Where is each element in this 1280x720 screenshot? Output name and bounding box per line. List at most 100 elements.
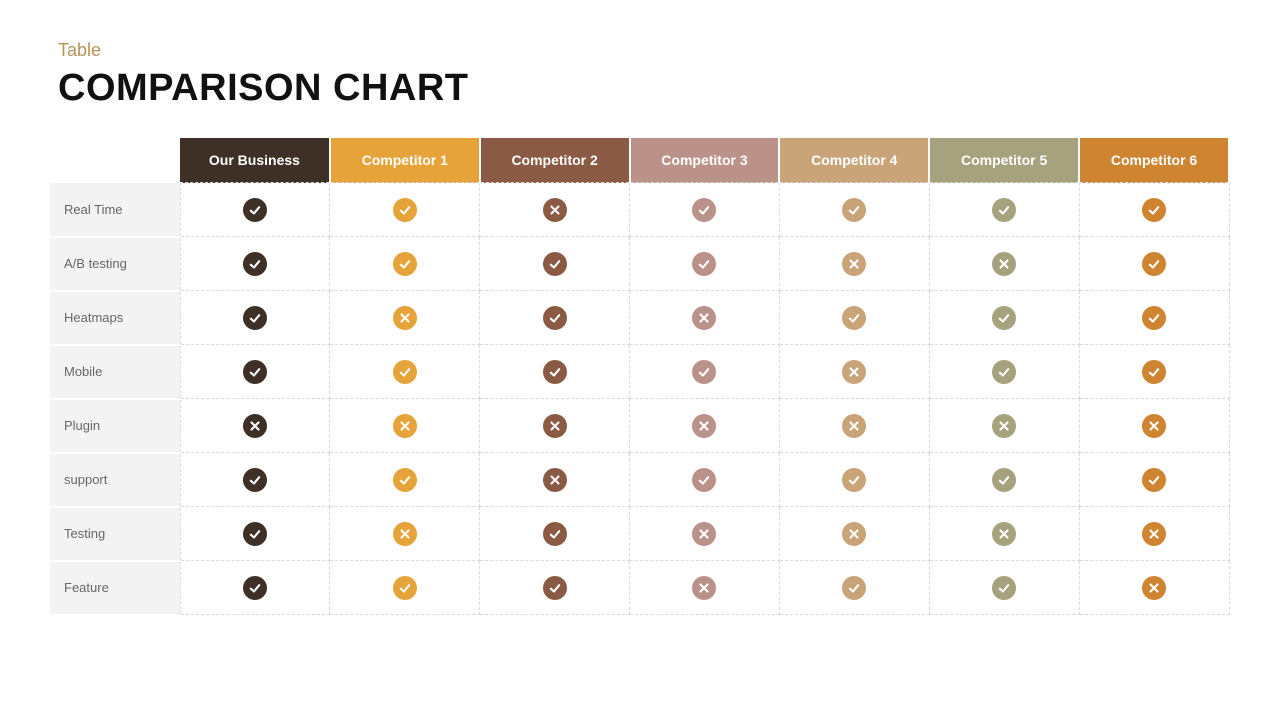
cross-icon — [692, 306, 716, 330]
table-cell — [330, 291, 480, 345]
check-icon — [393, 252, 417, 276]
table-cell — [929, 507, 1079, 561]
check-icon — [692, 252, 716, 276]
comparison-table: Our BusinessCompetitor 1Competitor 2Comp… — [50, 138, 1230, 616]
column-header: Competitor 6 — [1079, 138, 1229, 183]
check-icon — [992, 576, 1016, 600]
table-cell — [1079, 291, 1229, 345]
check-icon — [243, 306, 267, 330]
table-cell — [630, 237, 780, 291]
table-row: support — [50, 453, 1229, 507]
table-cell — [330, 237, 480, 291]
cross-icon — [992, 252, 1016, 276]
table-cell — [1079, 453, 1229, 507]
table-row: Feature — [50, 561, 1229, 615]
cross-icon — [692, 522, 716, 546]
table-cell — [929, 183, 1079, 237]
table-cell — [330, 399, 480, 453]
check-icon — [243, 252, 267, 276]
check-icon — [692, 360, 716, 384]
check-icon — [842, 198, 866, 222]
table-cell — [1079, 345, 1229, 399]
cross-icon — [543, 414, 567, 438]
check-icon — [393, 360, 417, 384]
table-cell — [779, 237, 929, 291]
cross-icon — [393, 414, 417, 438]
cross-icon — [1142, 522, 1166, 546]
cross-icon — [692, 576, 716, 600]
table-row: Mobile — [50, 345, 1229, 399]
kicker-label: Table — [58, 40, 1230, 61]
table-cell — [630, 399, 780, 453]
table-row: Testing — [50, 507, 1229, 561]
check-icon — [1142, 360, 1166, 384]
check-icon — [1142, 252, 1166, 276]
check-icon — [543, 360, 567, 384]
table-cell — [630, 345, 780, 399]
table-cell — [929, 237, 1079, 291]
table-cell — [480, 453, 630, 507]
table-cell — [630, 561, 780, 615]
table-cell — [330, 183, 480, 237]
row-label: Testing — [50, 507, 180, 561]
cross-icon — [992, 414, 1016, 438]
table-cell — [779, 291, 929, 345]
check-icon — [243, 522, 267, 546]
check-icon — [1142, 306, 1166, 330]
table-cell — [180, 291, 330, 345]
cross-icon — [393, 522, 417, 546]
cross-icon — [543, 468, 567, 492]
column-header: Competitor 1 — [330, 138, 480, 183]
cross-icon — [842, 360, 866, 384]
table-cell — [180, 453, 330, 507]
cross-icon — [543, 198, 567, 222]
table-cell — [630, 291, 780, 345]
check-icon — [992, 468, 1016, 492]
check-icon — [243, 198, 267, 222]
table-row: Plugin — [50, 399, 1229, 453]
cross-icon — [243, 414, 267, 438]
table-cell — [480, 345, 630, 399]
check-icon — [1142, 468, 1166, 492]
row-label: Plugin — [50, 399, 180, 453]
row-label: Real Time — [50, 183, 180, 237]
check-icon — [842, 306, 866, 330]
table-cell — [929, 291, 1079, 345]
check-icon — [543, 306, 567, 330]
row-label: support — [50, 453, 180, 507]
table-cell — [1079, 561, 1229, 615]
table-cell — [330, 453, 480, 507]
header-blank — [50, 138, 180, 183]
check-icon — [393, 198, 417, 222]
table-cell — [779, 345, 929, 399]
check-icon — [1142, 198, 1166, 222]
cross-icon — [1142, 414, 1166, 438]
check-icon — [393, 576, 417, 600]
table-cell — [929, 399, 1079, 453]
check-icon — [243, 360, 267, 384]
table-cell — [1079, 399, 1229, 453]
table-cell — [480, 399, 630, 453]
table-cell — [779, 183, 929, 237]
table-cell — [929, 345, 1079, 399]
table-cell — [180, 345, 330, 399]
check-icon — [543, 522, 567, 546]
table-cell — [180, 561, 330, 615]
check-icon — [992, 360, 1016, 384]
row-label: Mobile — [50, 345, 180, 399]
table-cell — [480, 291, 630, 345]
table-cell — [1079, 507, 1229, 561]
table-cell — [630, 507, 780, 561]
table-row: Heatmaps — [50, 291, 1229, 345]
table-cell — [180, 507, 330, 561]
table-cell — [180, 237, 330, 291]
page-title: COMPARISON CHART — [58, 67, 1230, 110]
table-cell — [779, 399, 929, 453]
table-cell — [480, 183, 630, 237]
table-row: Real Time — [50, 183, 1229, 237]
cross-icon — [1142, 576, 1166, 600]
column-header: Competitor 5 — [929, 138, 1079, 183]
table-cell — [180, 399, 330, 453]
table-cell — [779, 453, 929, 507]
table-row: A/B testing — [50, 237, 1229, 291]
